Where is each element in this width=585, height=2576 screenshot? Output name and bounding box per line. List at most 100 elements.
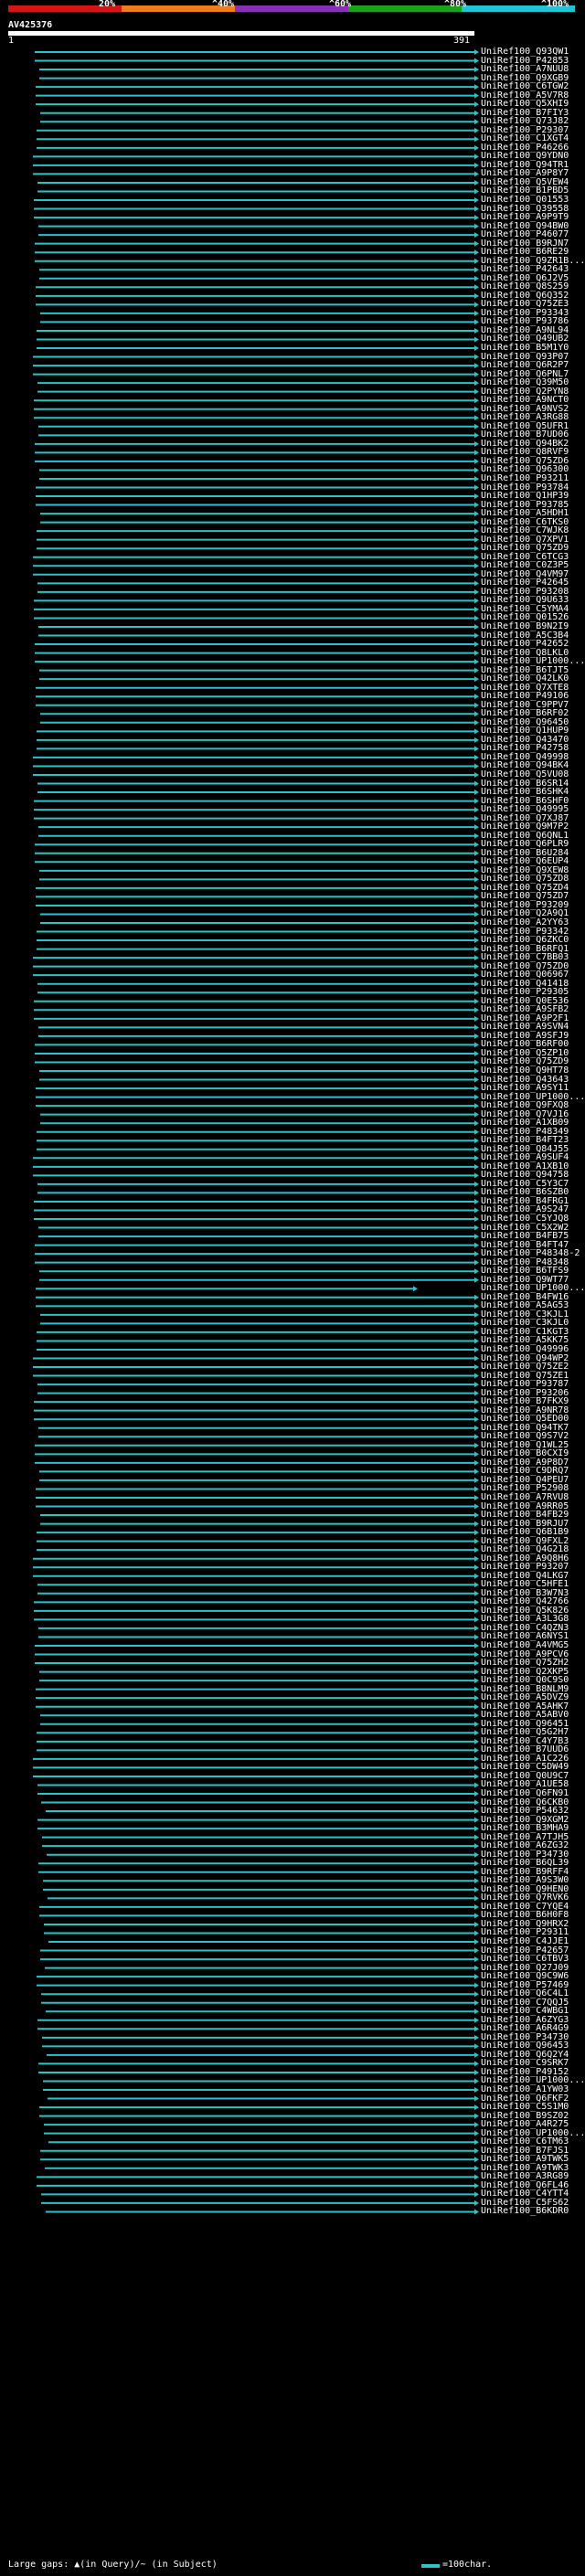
hit-arrow [474, 1895, 479, 1902]
hit-arrow [474, 1364, 479, 1371]
hit-arrow [474, 1651, 479, 1658]
hit-arrow [474, 1155, 479, 1161]
hit-arrow [474, 1607, 479, 1614]
hit-arrow [474, 528, 479, 535]
hit-arrow [474, 1059, 479, 1065]
hit-arrow [474, 911, 479, 917]
hit-arrow [474, 423, 479, 429]
hit-arrow [474, 1991, 479, 1998]
hit-arrow [474, 1146, 479, 1152]
hit-arrow [474, 1564, 479, 1571]
hit-arrow [474, 1695, 479, 1701]
legend-scale-line [421, 2564, 440, 2568]
hit-arrow [474, 606, 479, 612]
hit-arrow [474, 1320, 479, 1327]
hit-arrow [474, 1382, 479, 1388]
hit-arrow [474, 867, 479, 874]
hit-arrow [474, 162, 479, 168]
hit-arrow [474, 2165, 479, 2171]
hit-arrow [474, 475, 479, 482]
hit-label[interactable]: UniRef100_B6KDR0 [481, 2207, 569, 2216]
hit-arrow [474, 432, 479, 439]
hit-arrow [474, 632, 479, 639]
hit-arrow [474, 1642, 479, 1648]
hit-arrow [474, 1878, 479, 1884]
scale-label: ^80% [444, 0, 467, 9]
hit-arrow [474, 1451, 479, 1458]
hit-arrow [474, 519, 479, 525]
hit-arrow [474, 484, 479, 491]
hit-arrow [474, 119, 479, 125]
hit-arrow [474, 1216, 479, 1223]
hit-arrow [474, 1129, 479, 1135]
hit-arrow [474, 1042, 479, 1048]
hit-arrow [474, 1738, 479, 1744]
hit-arrow [474, 154, 479, 160]
hit-arrow [474, 972, 479, 979]
hit-arrow [474, 1869, 479, 1875]
hit-arrow [474, 75, 479, 81]
hit-arrow [474, 467, 479, 473]
hit-arrow [474, 1163, 479, 1170]
hit-arrow [474, 1355, 479, 1362]
hit-arrow [474, 127, 479, 133]
hit-arrow [474, 1311, 479, 1318]
hit-arrow [474, 1808, 479, 1815]
hit-arrow [474, 2078, 479, 2084]
hit-arrow [474, 302, 479, 308]
hit-arrow [474, 58, 479, 64]
hit-arrow [474, 719, 479, 726]
hit-arrow [474, 101, 479, 108]
hit-arrow [474, 1512, 479, 1519]
hit-arrow [474, 667, 479, 673]
hit-arrow [474, 1956, 479, 1963]
hit-arrow [474, 1530, 479, 1536]
hit-arrow [474, 1582, 479, 1588]
hit-arrow [474, 398, 479, 404]
hit-arrow [474, 832, 479, 839]
hit-arrow [474, 179, 479, 186]
hit-arrow [474, 371, 479, 377]
hit-arrow [474, 249, 479, 256]
hit-arrow [474, 2182, 479, 2189]
hit-arrow [474, 1817, 479, 1823]
hit-arrow [474, 2034, 479, 2041]
hit-arrow [474, 1730, 479, 1736]
hit-arrow [474, 110, 479, 116]
hit-arrow [474, 1782, 479, 1788]
hit-arrow [474, 1076, 479, 1083]
hit-arrow [474, 223, 479, 229]
hit-arrow [474, 1903, 479, 1910]
hit-arrow [474, 1172, 479, 1179]
hit-arrow [474, 1120, 479, 1127]
hit-arrow [474, 197, 479, 204]
hit-arrow [474, 798, 479, 804]
hit-arrow [474, 240, 479, 247]
hit-arrow [474, 1399, 479, 1405]
hit-arrow [474, 580, 479, 587]
hit-arrow [413, 1286, 418, 1292]
hit-arrow [474, 1259, 479, 1266]
hit-arrow [474, 2139, 479, 2146]
hit-arrow [474, 1886, 479, 1892]
hit-arrow [474, 728, 479, 735]
hit-arrow [474, 336, 479, 343]
hit-arrow [474, 258, 479, 264]
hit-arrow [474, 850, 479, 856]
hit-arrow [474, 380, 479, 387]
hit-arrow [474, 1181, 479, 1187]
hit-arrow [474, 1477, 479, 1483]
hit-arrow [474, 536, 479, 543]
hit-arrow [474, 780, 479, 787]
hit-arrow [474, 928, 479, 935]
hit-arrow [474, 815, 479, 822]
hit-arrow [474, 1373, 479, 1379]
hit-arrow [474, 1425, 479, 1431]
hit-arrow [474, 981, 479, 987]
hit-arrow [474, 546, 479, 552]
hit-arrow [474, 1860, 479, 1867]
hit-arrow [474, 623, 479, 630]
hit-arrow [474, 1634, 479, 1640]
hit-arrow [474, 902, 479, 908]
hit-arrow [474, 746, 479, 752]
